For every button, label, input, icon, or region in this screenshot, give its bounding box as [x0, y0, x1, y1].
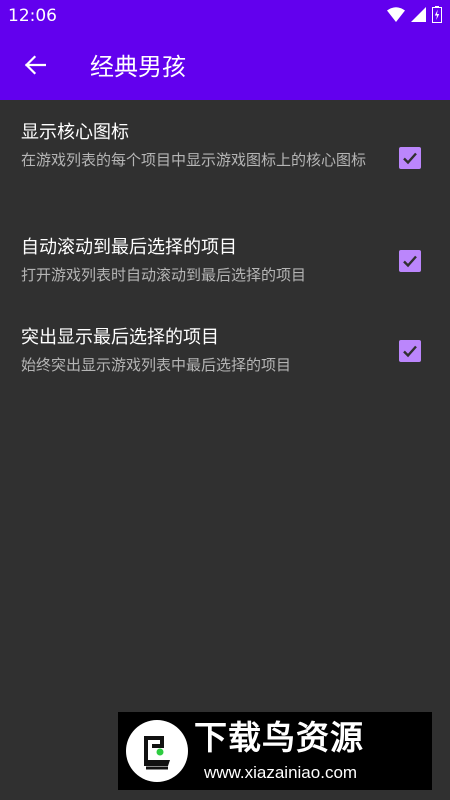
setting-title: 显示核心图标	[21, 122, 129, 143]
setting-title: 自动滚动到最后选择的项目	[21, 237, 237, 258]
checkmark-icon	[403, 345, 417, 358]
setting-show-core-icon[interactable]: 显示核心图标 在游戏列表的每个项目中显示游戏图标上的核心图标	[0, 114, 450, 214]
bird-logo-icon	[124, 718, 190, 784]
checkmark-icon	[403, 152, 417, 165]
checkmark-icon	[403, 255, 417, 268]
cell-signal-icon	[411, 7, 426, 26]
highlight-last-checkbox[interactable]	[399, 340, 421, 362]
battery-icon	[432, 6, 442, 27]
wifi-icon	[387, 7, 405, 26]
setting-highlight-last[interactable]: 突出显示最后选择的项目 始终突出显示游戏列表中最后选择的项目	[0, 318, 450, 388]
app-bar: 经典男孩	[0, 32, 450, 100]
auto-scroll-checkbox[interactable]	[399, 250, 421, 272]
setting-auto-scroll[interactable]: 自动滚动到最后选择的项目 打开游戏列表时自动滚动到最后选择的项目	[0, 228, 450, 298]
watermark-banner: 下载鸟资源 www.xiazainiao.com	[118, 712, 432, 790]
setting-summary: 打开游戏列表时自动滚动到最后选择的项目	[21, 266, 307, 284]
arrow-back-icon	[24, 55, 47, 79]
watermark-url: www.xiazainiao.com	[204, 763, 358, 782]
setting-summary: 在游戏列表的每个项目中显示游戏图标上的核心图标	[21, 151, 367, 169]
setting-title: 突出显示最后选择的项目	[21, 327, 219, 348]
page-title: 经典男孩	[90, 53, 186, 81]
back-button[interactable]	[18, 50, 52, 84]
status-bar: 12:06	[0, 0, 450, 32]
setting-summary: 始终突出显示游戏列表中最后选择的项目	[21, 356, 292, 374]
watermark-title: 下载鸟资源	[194, 718, 364, 757]
status-time: 12:06	[8, 6, 57, 26]
show-core-icon-checkbox[interactable]	[399, 147, 421, 169]
status-icons	[387, 6, 442, 27]
